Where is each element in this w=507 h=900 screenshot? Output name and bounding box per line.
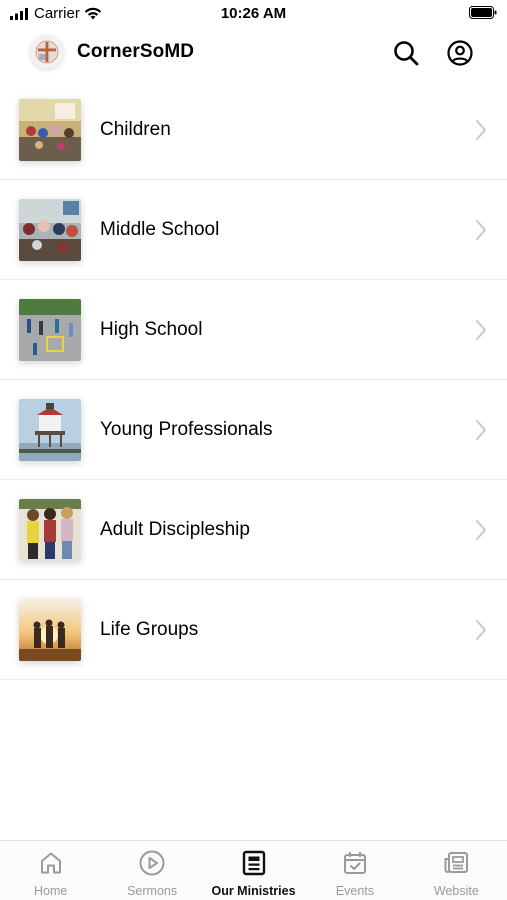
ministry-label: Life Groups [100, 619, 199, 640]
ministries-icon [242, 850, 265, 876]
ministries-list: Children Middle School High School Young… [0, 80, 507, 680]
tab-label: Our Ministries [211, 884, 296, 898]
high-school-outdoor-photo [19, 299, 81, 361]
user-circle-icon [447, 40, 473, 66]
ministry-label: Adult Discipleship [100, 519, 250, 540]
chevron-right-icon [476, 320, 486, 340]
chevron-right-icon [476, 620, 486, 640]
church-logo-icon[interactable] [30, 35, 64, 69]
ministry-item-life-groups[interactable]: Life Groups [0, 580, 507, 680]
profile-button[interactable] [445, 38, 475, 68]
ministry-label: Middle School [100, 219, 220, 240]
adult-group-photo [19, 499, 81, 561]
ministry-label: High School [100, 319, 203, 340]
tab-events[interactable]: Events [304, 841, 405, 900]
lighthouse-photo [19, 399, 81, 461]
ministry-label: Young Professionals [100, 419, 273, 440]
tab-home[interactable]: Home [0, 841, 101, 900]
chevron-right-icon [476, 520, 486, 540]
tab-label: Events [335, 884, 375, 898]
calendar-check-icon [343, 852, 366, 874]
app-title: CornerSoMD [77, 41, 195, 62]
tab-label: Sermons [127, 884, 178, 898]
middle-school-group-photo [19, 199, 81, 261]
sunset-silhouettes-photo [19, 599, 81, 661]
children-classroom-photo [19, 99, 81, 161]
tab-label: Home [34, 884, 68, 898]
ministry-item-high-school[interactable]: High School [0, 280, 507, 380]
tab-label: Website [433, 884, 479, 898]
ministry-item-young-professionals[interactable]: Young Professionals [0, 380, 507, 480]
ministry-label: Children [100, 119, 171, 140]
tab-our-ministries[interactable]: Our Ministries [203, 841, 304, 900]
newspaper-icon [444, 852, 469, 873]
ministry-item-adult-discipleship[interactable]: Adult Discipleship [0, 480, 507, 580]
status-time: 10:26 AM [220, 5, 287, 22]
play-circle-icon [139, 850, 165, 876]
search-button[interactable] [391, 38, 421, 68]
bottom-tab-bar: Home Sermons Our Ministries Events Websi… [0, 840, 507, 900]
chevron-right-icon [476, 220, 486, 240]
status-bar: Carrier 10:26 AM [0, 0, 507, 28]
search-icon [394, 41, 419, 66]
ministry-item-children[interactable]: Children [0, 80, 507, 180]
chevron-right-icon [476, 420, 486, 440]
ministry-item-middle-school[interactable]: Middle School [0, 180, 507, 280]
tab-website[interactable]: Website [406, 841, 507, 900]
chevron-right-icon [476, 120, 486, 140]
battery-icon [469, 6, 497, 24]
home-icon [40, 852, 61, 874]
app-header: CornerSoMD [0, 28, 507, 80]
tab-sermons[interactable]: Sermons [101, 841, 202, 900]
